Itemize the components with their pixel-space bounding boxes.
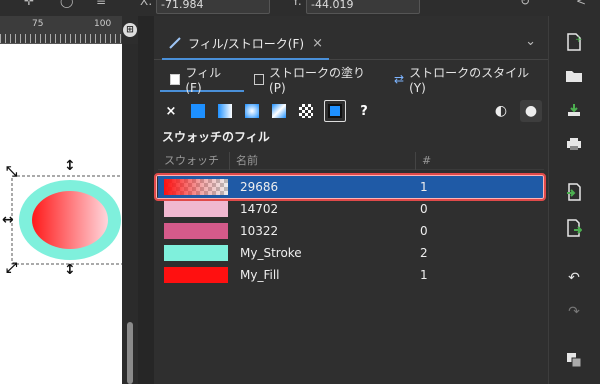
swatch-name: My_Fill bbox=[240, 268, 280, 282]
stroke-swatch-icon bbox=[253, 73, 265, 85]
svg-text:+: + bbox=[575, 35, 582, 45]
fill-stroke-dialog: フィル/ストローク(F) × ⌄ フィル(F) ストロークの塗り(P) ⇄ スト… bbox=[154, 16, 548, 384]
new-document-icon[interactable]: + bbox=[563, 32, 585, 52]
swatch-preview bbox=[164, 223, 228, 239]
flat-color-button[interactable] bbox=[189, 102, 207, 120]
swatch-row[interactable]: 29686 1 bbox=[154, 173, 546, 201]
swatch-name: 14702 bbox=[240, 202, 279, 216]
swatch-name: 10322 bbox=[240, 224, 279, 238]
swatch-list: スウォッチ 名前 # 29686 1 14702 0 10322 0 My_St… bbox=[154, 151, 546, 286]
lock-guides-icon[interactable]: ⊞ bbox=[123, 23, 137, 37]
tab-title: フィル/ストローク(F) bbox=[188, 36, 305, 51]
print-icon[interactable] bbox=[563, 134, 585, 154]
subtab-label: ストロークのスタイル(Y) bbox=[409, 65, 530, 95]
ruler-corner: ⊞ bbox=[122, 16, 138, 44]
swatch-count: 0 bbox=[420, 224, 428, 238]
subtab-label: ストロークの塗り(P) bbox=[269, 65, 366, 95]
canvas-drawing bbox=[11, 175, 122, 265]
x-coordinate-label: X: bbox=[140, 0, 153, 8]
x-coordinate-input[interactable]: -71.984 bbox=[156, 0, 270, 14]
ruler-tick-label: 75 bbox=[32, 19, 44, 29]
ruler-tick-label: 100 bbox=[94, 19, 112, 29]
subtab-stroke-paint[interactable]: ストロークの塗り(P) bbox=[244, 66, 384, 95]
swatch-count: 2 bbox=[420, 246, 428, 260]
swatch-row[interactable]: My_Stroke 2 bbox=[158, 242, 544, 264]
swatch-button[interactable] bbox=[324, 100, 346, 122]
swatch-icon bbox=[328, 104, 342, 118]
redo-icon[interactable]: ↷ bbox=[563, 302, 585, 322]
undo-icon[interactable]: ↶ bbox=[563, 268, 585, 288]
section-title: スウォッチのフィル bbox=[162, 130, 270, 144]
no-paint-button[interactable]: × bbox=[162, 102, 180, 120]
unset-paint-button[interactable]: ? bbox=[355, 102, 373, 120]
resize-handle-s-icon[interactable]: ↕ bbox=[64, 262, 76, 278]
y-coordinate-label: Y: bbox=[292, 0, 302, 8]
resize-handle-nw-icon[interactable]: ⤡ bbox=[6, 164, 17, 180]
subtab-stroke-style[interactable]: ⇄ ストロークのスタイル(Y) bbox=[384, 66, 546, 95]
flat-color-icon bbox=[191, 104, 205, 118]
fill-rule-nonzero-icon[interactable]: ● bbox=[520, 100, 542, 122]
swatch-count: 1 bbox=[420, 180, 428, 194]
subtab-fill[interactable]: フィル(F) bbox=[160, 66, 244, 95]
resize-handle-w-icon[interactable]: ↔ bbox=[2, 212, 14, 228]
selection-highlight bbox=[154, 173, 546, 201]
stroke-style-icon: ⇄ bbox=[394, 72, 405, 86]
pattern-button[interactable] bbox=[297, 102, 315, 120]
open-folder-icon[interactable] bbox=[563, 66, 585, 86]
export-icon[interactable] bbox=[563, 218, 585, 238]
circle-icon[interactable]: ◯ bbox=[60, 0, 73, 8]
commands-toolbar: + ↶ ↷ bbox=[548, 16, 600, 384]
fill-rule-evenodd-icon[interactable]: ◐ bbox=[490, 100, 512, 122]
import-icon[interactable] bbox=[563, 182, 585, 202]
fill-type-row: × ? ◐ ● bbox=[162, 98, 542, 124]
subtab-label: フィル(F) bbox=[185, 65, 222, 95]
duplicate-icon[interactable] bbox=[563, 350, 585, 370]
linear-gradient-icon bbox=[218, 104, 232, 118]
snap-icon[interactable]: ✛ bbox=[24, 0, 34, 8]
swatch-row[interactable]: My_Fill 1 bbox=[158, 264, 544, 286]
mesh-gradient-button[interactable] bbox=[270, 102, 288, 120]
mesh-gradient-icon bbox=[272, 104, 286, 118]
swatch-row[interactable]: 10322 0 bbox=[158, 220, 544, 242]
ruler-ticks bbox=[0, 34, 122, 43]
swatch-name: 29686 bbox=[240, 180, 279, 194]
resize-handle-n-icon[interactable]: ↕ bbox=[64, 158, 76, 174]
column-swatch[interactable]: スウォッチ bbox=[158, 151, 230, 170]
rotate-icon[interactable]: ↻ bbox=[520, 0, 530, 8]
resize-handle-sw-icon[interactable]: ⤢ bbox=[6, 260, 17, 276]
radial-gradient-button[interactable] bbox=[243, 102, 261, 120]
brush-icon bbox=[169, 37, 181, 49]
column-name[interactable]: 名前 bbox=[230, 151, 416, 170]
swatch-count: 0 bbox=[420, 202, 428, 216]
dialog-header: フィル/ストローク(F) × ⌄ bbox=[154, 28, 548, 60]
swatch-count: 1 bbox=[420, 268, 428, 282]
fill-swatch-icon bbox=[170, 73, 181, 85]
top-toolbar: ✛ ◯ ≡ X: -71.984 Y: -44.019 ↻ < bbox=[0, 0, 600, 16]
horizontal-ruler: 75 100 bbox=[0, 16, 122, 44]
y-coordinate-input[interactable]: -44.019 bbox=[306, 0, 420, 14]
ellipse-object[interactable] bbox=[32, 191, 108, 249]
column-count[interactable]: # bbox=[416, 152, 544, 170]
swatch-preview bbox=[164, 201, 228, 217]
save-icon[interactable] bbox=[563, 100, 585, 120]
radial-gradient-icon bbox=[245, 104, 259, 118]
chevron-down-icon[interactable]: ⌄ bbox=[525, 34, 536, 49]
tab-fill-stroke[interactable]: フィル/ストローク(F) × bbox=[162, 28, 329, 60]
align-icon[interactable]: ≡ bbox=[96, 0, 106, 8]
drawing-canvas[interactable]: ⤡ ↕ ↔ ⤢ ↕ bbox=[0, 44, 122, 384]
collapse-icon[interactable]: < bbox=[576, 0, 586, 8]
close-icon[interactable]: × bbox=[312, 36, 323, 51]
fill-stroke-subtabs: フィル(F) ストロークの塗り(P) ⇄ ストロークのスタイル(Y) bbox=[160, 66, 546, 95]
scrollbar-thumb[interactable] bbox=[127, 322, 133, 384]
canvas-scrollbar[interactable] bbox=[122, 44, 138, 384]
swatch-row[interactable]: 14702 0 bbox=[158, 198, 544, 220]
pattern-icon bbox=[299, 104, 313, 118]
swatch-preview bbox=[164, 245, 228, 261]
swatch-preview bbox=[164, 267, 228, 283]
linear-gradient-button[interactable] bbox=[216, 102, 234, 120]
swatch-list-header: スウォッチ 名前 # bbox=[158, 151, 544, 170]
fill-rule-group: ◐ ● bbox=[490, 100, 542, 122]
panel-divider bbox=[138, 16, 154, 384]
swatch-name: My_Stroke bbox=[240, 246, 302, 260]
